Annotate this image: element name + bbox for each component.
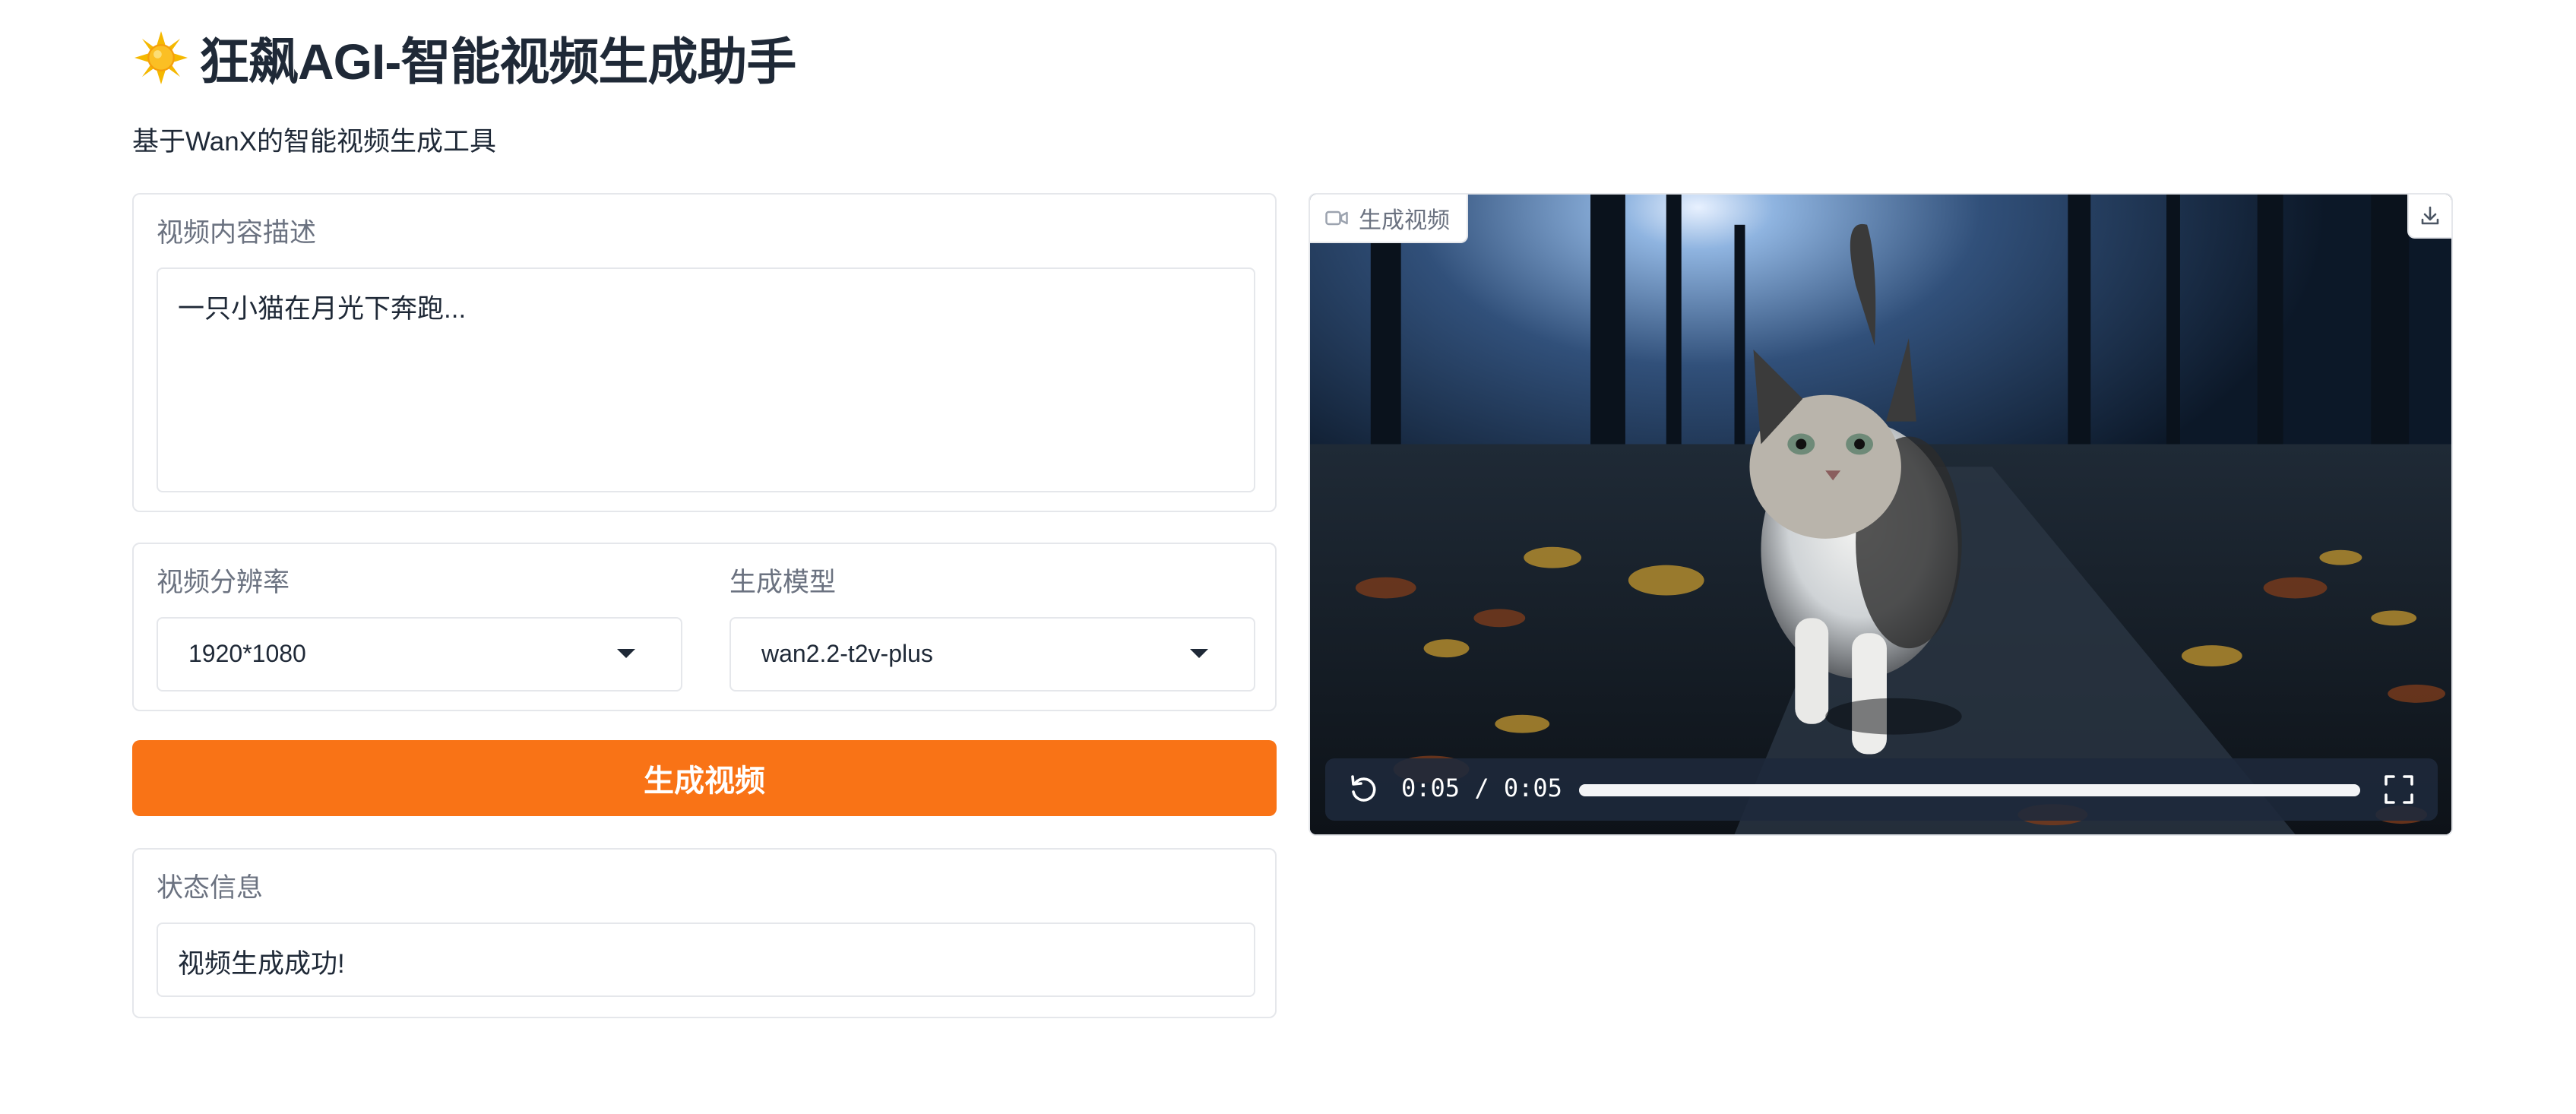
title-text: 狂飙AGI-智能视频生成助手 — [199, 33, 796, 90]
download-icon — [2421, 206, 2439, 225]
generate-video-button[interactable]: 生成视频 — [132, 740, 1277, 816]
model-label: 生成模型 — [729, 568, 837, 597]
download-button[interactable] — [2407, 195, 2451, 239]
resolution-dropdown[interactable]: 1920*1080 — [157, 617, 682, 692]
fullscreen-icon[interactable] — [2383, 774, 2415, 805]
page-title: 狂飙AGI-智能视频生成助手 — [132, 21, 796, 94]
options-panel: 视频分辨率 1920*1080 生成模型 wan2.2-t2v-plus — [132, 543, 1277, 711]
progress-fill — [1579, 784, 2360, 796]
page-subtitle: 基于WanX的智能视频生成工具 — [132, 127, 497, 157]
replay-icon[interactable] — [1347, 772, 1381, 807]
video-player[interactable]: 生成视频 0:05 / 0:05 — [1309, 193, 2453, 836]
chevron-down-icon — [1190, 649, 1208, 658]
status-label: 状态信息 — [157, 873, 264, 903]
sun-icon — [134, 31, 188, 84]
progress-bar[interactable] — [1579, 784, 2360, 796]
video-controls: 0:05 / 0:05 — [1325, 758, 2438, 821]
video-label-text: 生成视频 — [1359, 208, 1450, 233]
video-camera-icon — [1325, 210, 1348, 226]
video-label-badge: 生成视频 — [1310, 195, 1468, 243]
status-panel: 状态信息 视频生成成功! — [132, 848, 1277, 1018]
prompt-textarea[interactable]: 一只小猫在月光下奔跑... — [157, 267, 1255, 492]
video-frame — [1310, 195, 2451, 834]
status-field[interactable]: 视频生成成功! — [157, 923, 1255, 997]
resolution-value: 1920*1080 — [188, 640, 306, 667]
prompt-text: 一只小猫在月光下奔跑... — [178, 294, 467, 324]
resolution-label: 视频分辨率 — [157, 568, 290, 597]
model-value: wan2.2-t2v-plus — [761, 640, 933, 667]
time-display: 0:05 / 0:05 — [1401, 774, 1562, 802]
prompt-label: 视频内容描述 — [157, 218, 317, 248]
chevron-down-icon — [617, 649, 635, 658]
prompt-panel: 视频内容描述 一只小猫在月光下奔跑... — [132, 193, 1277, 512]
model-dropdown[interactable]: wan2.2-t2v-plus — [729, 617, 1255, 692]
status-text: 视频生成成功! — [178, 949, 345, 979]
